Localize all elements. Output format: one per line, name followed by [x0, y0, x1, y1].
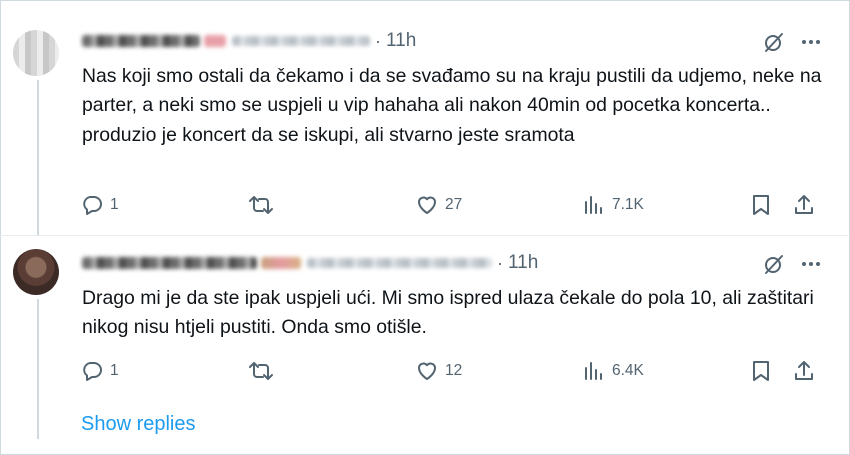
tweet-header: · 11h	[82, 30, 416, 52]
tweet[interactable]: · 11h Nas koji smo ostali da čekamo i da…	[0, 0, 850, 235]
bookmark-button[interactable]	[750, 357, 772, 385]
retweet-icon	[248, 193, 274, 217]
tweet[interactable]: · 11h Drago mi je da ste ipak uspjeli uć…	[0, 235, 850, 395]
like-count: 12	[445, 362, 463, 379]
views-icon	[582, 359, 606, 383]
tweet-actions: 1 27 7.1K	[80, 191, 820, 219]
bookmark-icon	[750, 359, 772, 383]
like-button[interactable]: 27	[415, 191, 462, 219]
like-icon	[415, 193, 439, 217]
tweet-header: · 11h	[82, 252, 538, 274]
tweet-actions: 1 12 6.4K	[80, 357, 820, 385]
reply-button[interactable]: 1	[80, 357, 119, 385]
timestamp[interactable]: 11h	[508, 252, 538, 274]
like-count: 27	[445, 196, 463, 213]
avatar[interactable]	[13, 30, 59, 76]
user-handle[interactable]	[232, 36, 370, 46]
views-button[interactable]: 6.4K	[582, 357, 644, 385]
share-button[interactable]	[793, 357, 815, 385]
name-emoji	[204, 35, 226, 47]
more-icon[interactable]	[800, 253, 822, 275]
show-replies-link[interactable]: Show replies	[81, 413, 196, 436]
retweet-icon	[248, 359, 274, 383]
share-icon	[793, 193, 815, 217]
more-icon[interactable]	[800, 31, 822, 53]
views-icon	[582, 193, 606, 217]
like-button[interactable]: 12	[415, 357, 462, 385]
share-icon	[793, 359, 815, 383]
views-button[interactable]: 7.1K	[582, 191, 644, 219]
display-name[interactable]	[82, 35, 200, 47]
separator-dot: ·	[497, 252, 503, 273]
thread-line	[37, 80, 39, 235]
views-count: 6.4K	[612, 362, 644, 379]
reply-button[interactable]: 1	[80, 191, 119, 219]
grok-icon[interactable]	[762, 252, 786, 276]
thread-dashed-line	[37, 398, 39, 438]
user-handle[interactable]	[307, 258, 492, 268]
share-button[interactable]	[793, 191, 815, 219]
avatar[interactable]	[13, 249, 59, 295]
tweet-text: Drago mi je da ste ipak uspjeli ući. Mi …	[82, 287, 814, 339]
bookmark-button[interactable]	[750, 191, 772, 219]
tweet-top-actions	[762, 30, 822, 54]
retweet-button[interactable]	[248, 357, 280, 385]
views-count: 7.1K	[612, 196, 644, 213]
like-icon	[415, 359, 439, 383]
tweet-top-actions	[762, 252, 822, 276]
display-name[interactable]	[82, 257, 257, 269]
retweet-button[interactable]	[248, 191, 280, 219]
grok-icon[interactable]	[762, 30, 786, 54]
separator-dot: ·	[375, 30, 381, 51]
bookmark-icon	[750, 193, 772, 217]
name-emoji	[261, 257, 301, 269]
reply-count: 1	[110, 362, 119, 379]
reply-icon	[80, 193, 104, 217]
timestamp[interactable]: 11h	[386, 30, 416, 52]
tweet-text: Nas koji smo ostali da čekamo i da se sv…	[82, 65, 822, 146]
reply-icon	[80, 359, 104, 383]
reply-count: 1	[110, 196, 119, 213]
